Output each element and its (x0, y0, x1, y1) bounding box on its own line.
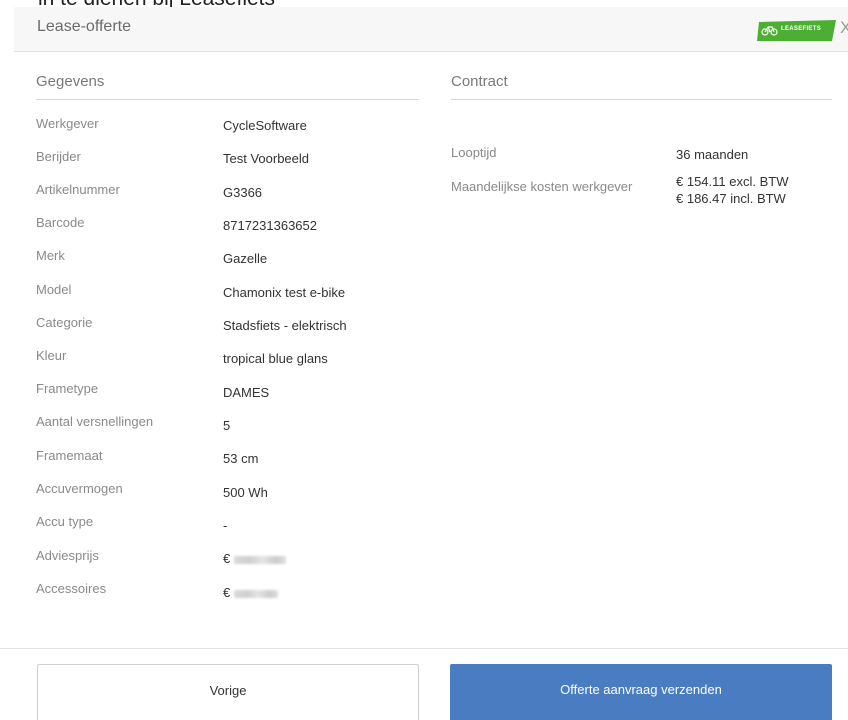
row-value: CycleSoftware (223, 118, 307, 133)
row-label: Categorie (36, 315, 93, 330)
row-label: Model (36, 282, 72, 297)
row-label: Aantal versnellingen (36, 414, 154, 429)
kosten-incl-value: € 186.47 incl. BTW (676, 191, 786, 206)
row-value: Stadsfiets - elektrisch (223, 318, 347, 333)
row-label: Barcode (36, 215, 85, 230)
row-label: Merk (36, 248, 65, 263)
row-label: Framemaat (36, 448, 103, 463)
row-label: Accessoires (36, 581, 107, 596)
lease-offer-modal: Lease-offerte LEASEFIETS X Gegevens Werk… (0, 7, 848, 720)
modal-title: Lease-offerte (37, 18, 131, 35)
contract-divider (451, 99, 832, 100)
currency-symbol: € (223, 585, 231, 600)
row-value: Test Voorbeeld (223, 151, 310, 166)
row-label: Werkgever (36, 116, 99, 131)
close-icon[interactable]: X (840, 19, 848, 36)
logo-text: LEASEFIETS (781, 26, 822, 32)
row-label: Kleur (36, 348, 67, 363)
row-value: 5 (223, 418, 231, 433)
redacted-price (234, 589, 279, 598)
gegevens-divider (36, 99, 419, 100)
looptijd-value: 36 maanden (676, 147, 749, 162)
row-value: - (223, 518, 228, 533)
adviesprijs-value: € (223, 551, 287, 566)
looptijd-label: Looptijd (451, 145, 497, 160)
kosten-label: Maandelijkse kosten werkgever (451, 179, 633, 194)
row-label: Frametype (36, 381, 99, 396)
row-value: DAMES (223, 385, 270, 400)
row-value: tropical blue glans (223, 351, 328, 366)
modal-header: Lease-offerte LEASEFIETS X (14, 7, 848, 52)
row-value: Gazelle (223, 251, 268, 266)
row-label: Artikelnummer (36, 182, 120, 197)
leasefiets-logo: LEASEFIETS (755, 20, 836, 41)
footer-divider (0, 648, 848, 649)
row-value: 500 Wh (223, 485, 268, 500)
row-label: Accu type (36, 514, 94, 529)
contract-section-title: Contract (451, 73, 508, 90)
row-label: Accuvermogen (36, 481, 123, 496)
row-label: Berijder (36, 149, 81, 164)
gegevens-section-title: Gegevens (36, 73, 105, 90)
row-label: Adviesprijs (36, 548, 99, 563)
row-value: G3366 (223, 185, 263, 200)
accessoires-value: € (223, 585, 279, 600)
row-value: 8717231363652 (223, 218, 317, 233)
kosten-excl-value: € 154.11 excl. BTW (676, 174, 789, 189)
send-offer-request-button[interactable]: Offerte aanvraag verzenden (450, 664, 832, 720)
redacted-price (234, 555, 287, 564)
currency-symbol: € (223, 551, 231, 566)
previous-button[interactable]: Vorige (37, 664, 419, 720)
row-value: 53 cm (223, 451, 259, 466)
row-value: Chamonix test e-bike (223, 285, 346, 300)
